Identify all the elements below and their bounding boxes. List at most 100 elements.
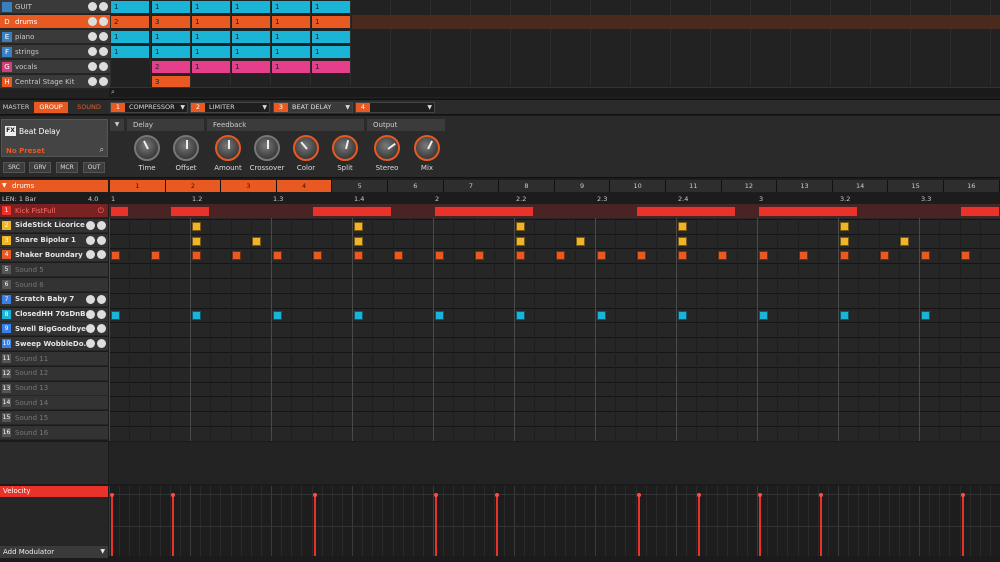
- scene-clip[interactable]: 1: [111, 1, 149, 13]
- step-note[interactable]: [353, 236, 363, 246]
- preset-label[interactable]: No Preset: [6, 147, 45, 155]
- velocity-label[interactable]: Velocity: [0, 486, 108, 497]
- step-note[interactable]: [110, 251, 120, 261]
- velocity-dot[interactable]: [494, 493, 499, 497]
- pattern-button[interactable]: 8: [499, 180, 555, 192]
- zoom-value[interactable]: 4.0: [88, 195, 98, 203]
- velocity-dot[interactable]: [312, 493, 317, 497]
- collapse-icon[interactable]: ▼: [2, 180, 7, 192]
- scene-clip[interactable]: 1: [312, 61, 350, 73]
- group-row[interactable]: H Central Stage Kit: [0, 75, 110, 89]
- step-note[interactable]: [920, 251, 930, 261]
- sound-volume-knob-icon[interactable]: [86, 294, 95, 304]
- pattern-button[interactable]: 6: [388, 180, 444, 192]
- velocity-bar[interactable]: [435, 494, 437, 556]
- sound-slot[interactable]: 9 Swell BigGoodbye: [0, 322, 108, 337]
- scene-clip[interactable]: 1: [192, 16, 230, 28]
- scene-clip[interactable]: 1: [312, 1, 350, 13]
- knob-split[interactable]: [332, 135, 358, 161]
- group-pan-knob-icon[interactable]: [99, 32, 108, 41]
- step-note[interactable]: [819, 207, 857, 216]
- step-note[interactable]: [515, 236, 525, 246]
- search-icon[interactable]: ⌕: [100, 145, 104, 155]
- knob-crossover[interactable]: [254, 135, 280, 161]
- sound-volume-knob-icon[interactable]: [86, 250, 95, 260]
- pattern-button[interactable]: 4: [276, 180, 333, 192]
- step-note[interactable]: [758, 310, 768, 320]
- group-row[interactable]: GUIT: [0, 0, 110, 14]
- pattern-group-tab[interactable]: ▼ drums: [0, 180, 108, 192]
- dropdown-arrow-icon[interactable]: ▼: [345, 103, 350, 112]
- fx-plugin-box[interactable]: FX Beat Delay No Preset ⌕: [1, 119, 108, 157]
- dropdown-arrow-icon[interactable]: ▼: [262, 103, 267, 112]
- sound-slot[interactable]: 14 Sound 14: [0, 396, 108, 411]
- scene-clip[interactable]: 1: [232, 16, 270, 28]
- step-note[interactable]: [515, 310, 525, 320]
- scene-clip[interactable]: 3: [152, 16, 190, 28]
- step-note[interactable]: [434, 310, 444, 320]
- knob-stereo[interactable]: [374, 135, 400, 161]
- group-row[interactable]: Ddrums: [0, 15, 110, 29]
- step-note[interactable]: [394, 251, 403, 261]
- step-note[interactable]: [758, 251, 768, 261]
- sound-pan-knob-icon[interactable]: [97, 339, 106, 349]
- velocity-dot[interactable]: [110, 493, 114, 497]
- step-note[interactable]: [839, 236, 849, 246]
- sound-slot[interactable]: 3 Snare Bipolar 1: [0, 233, 108, 248]
- scene-clip[interactable]: 1: [192, 61, 230, 73]
- step-note[interactable]: [961, 207, 999, 216]
- step-grid[interactable]: [109, 204, 1000, 441]
- velocity-dot[interactable]: [434, 493, 438, 497]
- step-note[interactable]: [961, 251, 970, 261]
- scene-clip[interactable]: 1: [312, 31, 350, 43]
- src-button[interactable]: SRC: [3, 162, 25, 173]
- sound-pan-knob-icon[interactable]: [97, 294, 106, 304]
- plugin-slot[interactable]: 3 BEAT DELAY ▼: [273, 102, 353, 113]
- step-note[interactable]: [880, 251, 889, 261]
- velocity-bar[interactable]: [759, 494, 761, 556]
- pattern-button[interactable]: 7: [443, 180, 500, 192]
- knob-time[interactable]: [134, 135, 160, 161]
- scene-clip[interactable]: 2: [152, 61, 190, 73]
- step-note[interactable]: [799, 251, 808, 261]
- plugin-slot[interactable]: 4 ▼: [355, 102, 435, 113]
- knob-color[interactable]: [293, 135, 319, 161]
- menu-arrow-icon[interactable]: ▼: [110, 119, 124, 131]
- velocity-dot[interactable]: [960, 493, 965, 497]
- scene-clip[interactable]: 1: [312, 16, 350, 28]
- pattern-button[interactable]: 15: [888, 180, 944, 192]
- pattern-button[interactable]: 16: [944, 180, 1000, 192]
- sound-pan-knob-icon[interactable]: [97, 235, 106, 245]
- step-note[interactable]: [353, 251, 363, 261]
- scene-clip[interactable]: 1: [272, 46, 310, 58]
- step-note[interactable]: [515, 251, 525, 261]
- velocity-bar[interactable]: [171, 494, 174, 556]
- pattern-button[interactable]: 12: [721, 180, 778, 192]
- step-note[interactable]: [900, 236, 910, 246]
- sound-slot[interactable]: 4 Shaker Boundary: [0, 248, 108, 263]
- scene-clip[interactable]: 1: [272, 31, 310, 43]
- group-pan-knob-icon[interactable]: [99, 2, 108, 11]
- step-note[interactable]: [556, 251, 565, 261]
- step-note[interactable]: [252, 236, 262, 246]
- group-row[interactable]: Gvocals: [0, 60, 110, 74]
- step-note[interactable]: [313, 207, 391, 216]
- scene-clip[interactable]: 1: [192, 46, 230, 58]
- pattern-button[interactable]: 3: [221, 180, 277, 192]
- scene-clip[interactable]: 1: [232, 31, 270, 43]
- velocity-dot[interactable]: [758, 493, 762, 497]
- tab-sound[interactable]: SOUND: [72, 102, 106, 113]
- sound-volume-knob-icon[interactable]: [86, 309, 95, 319]
- sound-volume-knob-icon[interactable]: [86, 235, 95, 245]
- pattern-button[interactable]: 9: [554, 180, 611, 192]
- scene-clip[interactable]: 1: [152, 31, 190, 43]
- dropdown-arrow-icon[interactable]: ▼: [427, 103, 432, 112]
- step-note[interactable]: [232, 251, 241, 261]
- group-pan-knob-icon[interactable]: [99, 47, 108, 56]
- scene-clip[interactable]: 1: [111, 46, 149, 58]
- velocity-bar[interactable]: [637, 494, 640, 556]
- group-pan-knob-icon[interactable]: [99, 62, 108, 71]
- knob-offset[interactable]: [173, 135, 199, 161]
- step-note[interactable]: [353, 310, 363, 320]
- sound-slot[interactable]: 11 Sound 11: [0, 352, 108, 366]
